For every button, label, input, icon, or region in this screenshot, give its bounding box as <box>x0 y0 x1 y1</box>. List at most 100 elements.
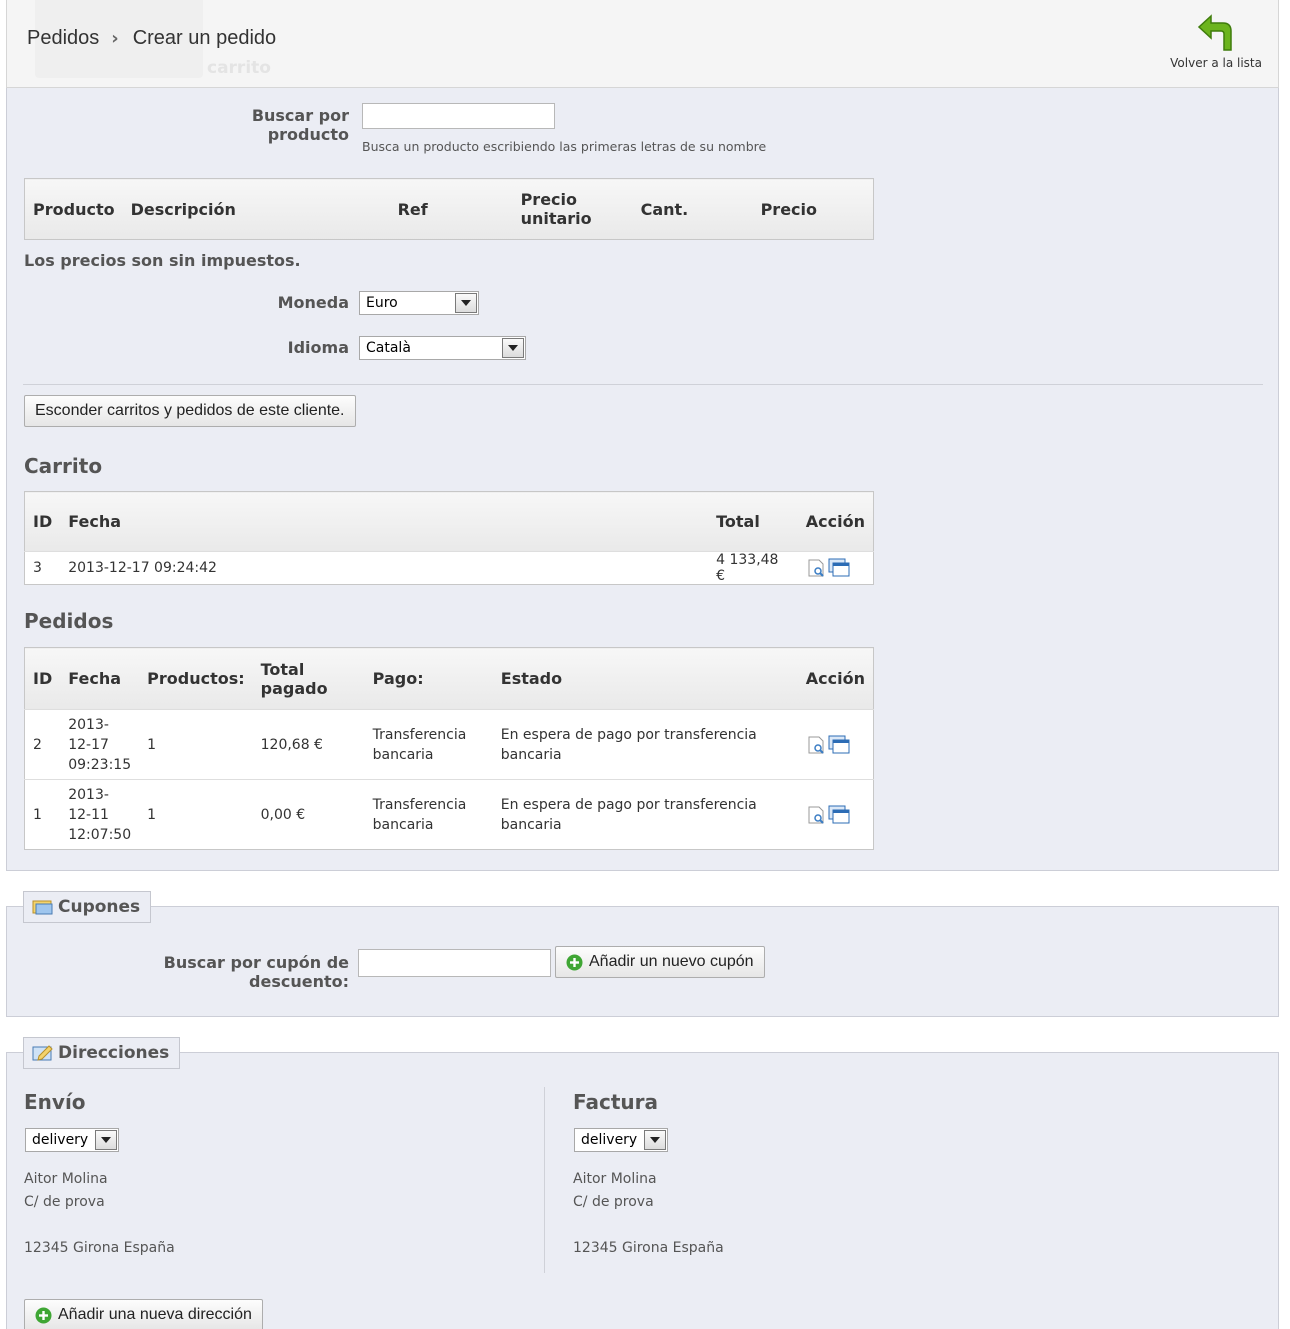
add-voucher-button[interactable]: Añadir un nuevo cupón <box>555 946 765 978</box>
address-divider <box>544 1087 545 1273</box>
products-col-header: Cant. <box>632 178 753 240</box>
vouchers-legend-label: Cupones <box>58 897 141 917</box>
breadcrumb: Pedidos › Crear un pedido <box>27 27 276 50</box>
add-icon <box>566 954 583 970</box>
chevron-down-icon <box>644 1130 666 1150</box>
cart-date: 2013-12-17 09:24:42 <box>60 551 709 585</box>
product-search-input[interactable] <box>362 103 555 129</box>
order-actions <box>806 735 865 755</box>
products-col-header: Precio unitario <box>512 178 633 240</box>
products-col-header: Descripción <box>122 178 308 240</box>
cart-total: 4 133,48 € <box>708 551 798 585</box>
order-status-line: bancaria <box>500 746 562 763</box>
order-date-line: 2013- <box>68 716 109 733</box>
addresses-legend-label: Direcciones <box>58 1043 170 1063</box>
delivery-address-select[interactable]: delivery <box>25 1128 119 1152</box>
orders-col-header: ID <box>24 647 61 710</box>
view-details-icon[interactable] <box>806 735 826 755</box>
products-col-header: Ref <box>307 178 513 240</box>
view-details-icon[interactable] <box>806 805 826 825</box>
order-date-line: 12:07:50 <box>68 826 132 843</box>
carts-table: ID Fecha Total Acción 3 2013-12-17 09:24… <box>24 491 874 585</box>
vouchers-panel: Cupones Buscar por cupón de descuento: A… <box>6 891 1279 1017</box>
currency-select[interactable]: Euro <box>359 291 479 315</box>
back-arrow-icon <box>1197 14 1232 51</box>
order-row: 2 2013- 12-17 09:23:15 1 120,68 € Transfer… <box>24 709 874 780</box>
order-id: 2 <box>24 709 61 780</box>
cart-actions <box>806 558 865 578</box>
cart-row: 3 2013-12-17 09:24:42 4 133,48 € <box>24 551 874 585</box>
delivery-name: Aitor Molina <box>24 1171 108 1187</box>
order-date-line: 09:23:15 <box>68 756 132 773</box>
invoice-select-value: delivery <box>581 1132 638 1148</box>
voucher-search-label: Buscar por cupón de descuento: <box>163 953 349 991</box>
back-to-list-label: Volver a la lista <box>1170 56 1262 70</box>
back-to-list-button[interactable]: Volver a la lista <box>1170 12 1262 70</box>
order-products: 1 <box>139 779 253 850</box>
carts-col-header: Fecha <box>60 491 709 552</box>
voucher-icon <box>32 900 53 915</box>
ghost-text: carrito <box>207 58 271 78</box>
open-window-icon[interactable] <box>828 558 850 578</box>
add-address-button[interactable]: Añadir una nueva dirección <box>24 1299 263 1329</box>
delivery-select-value: delivery <box>32 1132 89 1148</box>
breadcrumb-parent[interactable]: Pedidos <box>27 27 99 50</box>
addresses-legend: Direcciones <box>23 1037 181 1069</box>
toggle-carts-orders-button[interactable]: Esconder carritos y pedidos de este clie… <box>24 395 356 427</box>
order-status-line: bancaria <box>500 816 562 833</box>
orders-title: Pedidos <box>24 609 114 633</box>
add-voucher-label: Añadir un nuevo cupón <box>589 953 754 970</box>
voucher-search-input[interactable] <box>358 949 551 977</box>
currency-label: Moneda <box>277 293 349 312</box>
chevron-down-icon <box>455 293 477 313</box>
carts-title: Carrito <box>24 454 103 478</box>
open-window-icon[interactable] <box>828 805 850 825</box>
product-search-label: Buscar por producto <box>251 106 349 144</box>
order-row: 1 2013- 12-11 12:07:50 1 0,00 € Transferen… <box>24 779 874 850</box>
delivery-address: Aitor Molina C/ de prova 12345 Girona Es… <box>24 1168 175 1260</box>
addresses-panel: Direcciones Envío delivery Aitor Molina … <box>6 1037 1279 1329</box>
order-payment-line: bancaria <box>372 746 434 763</box>
add-address-label: Añadir una nueva dirección <box>58 1306 252 1323</box>
invoice-address-select[interactable]: delivery <box>574 1128 668 1152</box>
products-table: Producto Descripción Ref Precio unitario… <box>24 178 874 240</box>
products-col-header: Producto <box>24 178 123 240</box>
view-details-icon[interactable] <box>806 558 826 578</box>
orders-col-header: Fecha <box>60 647 140 710</box>
language-label: Idioma <box>287 338 349 357</box>
open-window-icon[interactable] <box>828 735 850 755</box>
order-id: 1 <box>24 779 61 850</box>
orders-col-header: Total pagado <box>252 647 365 710</box>
carts-col-header: Total <box>708 491 798 552</box>
orders-col-header: Estado <box>492 647 798 710</box>
carts-col-header: Acción <box>797 491 874 552</box>
order-date-line: 12-17 <box>68 736 109 753</box>
currency-value: Euro <box>366 295 398 311</box>
add-icon <box>35 1307 52 1323</box>
invoice-name: Aitor Molina <box>573 1171 657 1187</box>
divider <box>23 384 1263 385</box>
order-date-line: 2013- <box>68 786 109 803</box>
delivery-street: C/ de prova <box>24 1194 105 1210</box>
delivery-city: 12345 Girona España <box>24 1240 175 1256</box>
page-header: carrito Pedidos › Crear un pedido Volver… <box>6 0 1279 88</box>
products-col-header: Precio <box>752 178 874 240</box>
language-value: Català <box>366 340 411 356</box>
address-icon <box>32 1045 53 1061</box>
delivery-title: Envío <box>24 1090 86 1114</box>
tax-note: Los precios son sin impuestos. <box>24 251 301 270</box>
order-creation-panel: Buscar por producto Busca un producto es… <box>6 88 1279 871</box>
chevron-right-icon: › <box>111 28 119 49</box>
chevron-down-icon <box>95 1130 117 1150</box>
orders-col-header: Acción <box>797 647 874 710</box>
invoice-street: C/ de prova <box>573 1194 654 1210</box>
cart-id: 3 <box>24 551 61 585</box>
order-status-line: En espera de pago por transferencia <box>500 796 757 813</box>
language-select[interactable]: Català <box>359 336 526 360</box>
orders-col-header: Productos: <box>139 647 253 710</box>
chevron-down-icon <box>502 338 524 358</box>
invoice-city: 12345 Girona España <box>573 1240 724 1256</box>
invoice-title: Factura <box>573 1090 658 1114</box>
order-date-line: 12-11 <box>68 806 109 823</box>
order-actions <box>806 805 865 825</box>
